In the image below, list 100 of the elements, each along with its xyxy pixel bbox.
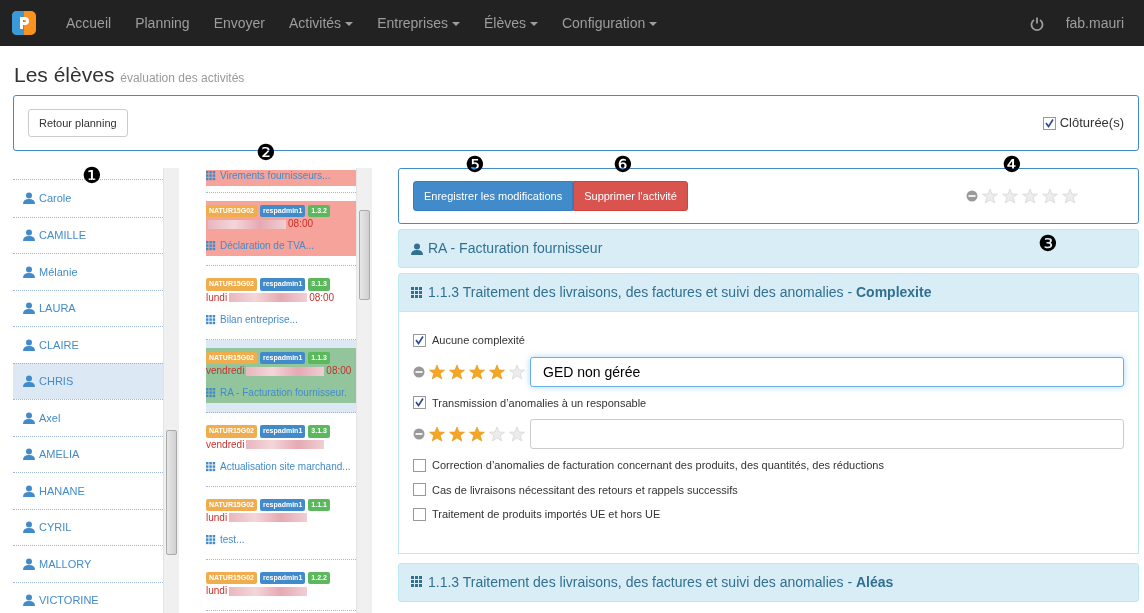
- user-icon: [411, 242, 423, 255]
- student-name: CAMILLE: [39, 228, 87, 243]
- caret-icon: [451, 21, 460, 26]
- activity-title: Actualisation site marchand...: [220, 460, 351, 473]
- activity-title: Virements fournisseurs...: [220, 170, 331, 182]
- nav-link[interactable]: Élèves: [471, 12, 550, 34]
- student-name: CHRIS: [39, 374, 74, 389]
- user-icon: [23, 338, 35, 351]
- empty-star-icon: [509, 426, 525, 442]
- comment-field[interactable]: GED non gérée: [530, 356, 1124, 387]
- comment-field[interactable]: [530, 419, 1124, 449]
- activity-title: Bilan entreprise...: [220, 313, 298, 326]
- checkbox[interactable]: [413, 458, 426, 472]
- checkbox[interactable]: [1042, 116, 1056, 130]
- scrollbar[interactable]: [356, 168, 372, 613]
- user-icon: [23, 192, 35, 205]
- back-button[interactable]: Retour planning: [28, 108, 128, 138]
- empty-star-icon: [1062, 188, 1078, 204]
- user-icon: [23, 411, 35, 424]
- user-icon: [23, 594, 35, 607]
- star-icon: [469, 363, 485, 380]
- activity-day: lundi: [206, 291, 228, 304]
- user-icon: [23, 448, 35, 461]
- student-name: CYRIL: [39, 520, 72, 535]
- empty-star-icon: [489, 426, 505, 442]
- grid-icon: [206, 388, 216, 399]
- caret-icon: [345, 21, 354, 26]
- empty-star-icon: [1042, 188, 1058, 204]
- star-icon: [449, 363, 465, 380]
- student-name: LAURA: [39, 301, 76, 316]
- nav-link[interactable]: Entreprises: [365, 12, 472, 34]
- criterion-label: Cas de livraisons nécessitant des retours et rappels successifs: [432, 482, 738, 498]
- power-icon[interactable]: [1029, 16, 1044, 31]
- nav-link[interactable]: Activités: [277, 12, 366, 34]
- star-icon: [429, 426, 445, 442]
- student-item[interactable]: CHRIS: [13, 362, 163, 399]
- activity-time: 08:00: [326, 365, 352, 378]
- nav-link[interactable]: Configuration: [549, 12, 670, 34]
- checkbox[interactable]: [413, 396, 426, 410]
- minus-circle-icon: [966, 190, 978, 202]
- activity-time: 08:00: [309, 291, 335, 304]
- save-button[interactable]: Enregistrer les modifications: [413, 180, 574, 212]
- grid-icon: [411, 286, 423, 299]
- user-icon: [23, 302, 35, 315]
- callout-number: ❶: [82, 165, 102, 187]
- nav-link[interactable]: Accueil: [54, 12, 124, 34]
- grid-icon: [206, 461, 216, 472]
- section-heading[interactable]: 1.1.3 Traitement des livraisons, des factures et suivi des anomalies - Aléas: [398, 562, 1139, 602]
- student-name: AMELIA: [39, 447, 80, 462]
- star-icon: [449, 426, 465, 442]
- empty-star-icon: [1022, 188, 1038, 204]
- activity-title: Déclaration de TVA...: [220, 240, 315, 253]
- star-icon: [429, 363, 445, 380]
- caret-icon: [649, 21, 658, 26]
- grid-icon: [206, 314, 216, 325]
- star-icon: [489, 363, 505, 380]
- student-name: CLAIRE: [39, 337, 79, 353]
- grid-icon: [206, 171, 216, 181]
- section-heading[interactable]: 1.1.3 Traitement des livraisons, des factures et suivi des anomalies - Complexite: [398, 273, 1139, 312]
- user-icon: [23, 229, 35, 242]
- student-name: MALLORY: [39, 556, 92, 572]
- page-title: Les élèves: [14, 63, 115, 86]
- criterion-label: Correction d’anomalies de facturation concernant des produits, des quantités, des réductions: [432, 458, 884, 473]
- student-name: Axel: [39, 410, 61, 426]
- activity-day: lundi: [206, 511, 228, 524]
- minus-circle-icon: [413, 365, 425, 378]
- section-title: 1.1.3 Traitement des livraisons, des factures et suivi des anomalies - Complexite: [428, 283, 932, 302]
- activity-time: 08:00: [288, 218, 314, 231]
- user-menu[interactable]: fab.mauri: [1057, 12, 1132, 34]
- checkbox[interactable]: [413, 507, 426, 521]
- checkbox[interactable]: [413, 483, 426, 497]
- delete-button[interactable]: Supprimer l'activité: [573, 180, 688, 212]
- activity-title: test...: [220, 533, 245, 546]
- user-icon: [23, 557, 35, 570]
- empty-star-icon: [982, 188, 998, 204]
- empty-star-icon: [509, 363, 525, 380]
- activity-title: RA - Facturation fournisseur.: [220, 387, 347, 400]
- caret-icon: [529, 21, 538, 26]
- minus-circle-icon: [413, 428, 425, 440]
- checkbox-label: Clôturée(s): [1059, 114, 1124, 133]
- user-icon: [23, 521, 35, 534]
- user-icon: [23, 265, 35, 278]
- activity-day: lundi: [206, 585, 228, 598]
- grid-icon: [206, 241, 216, 252]
- user-icon: [23, 375, 35, 388]
- nav-link[interactable]: Planning: [123, 12, 202, 34]
- grid-icon: [206, 534, 216, 545]
- criterion-label: Transmission d’anomalies à un responsable: [432, 395, 647, 411]
- checkbox[interactable]: [413, 333, 426, 347]
- student-name: VICTORINE: [39, 593, 99, 608]
- activity-day: vendredi: [206, 438, 245, 451]
- scrollbar[interactable]: [163, 168, 179, 613]
- empty-star-icon: [1002, 188, 1018, 204]
- user-icon: [23, 484, 35, 497]
- student-name: HANANE: [39, 483, 85, 499]
- app-logo-icon: [12, 11, 36, 35]
- activity-day: vendredi: [206, 365, 245, 378]
- student-name: Mélanie: [39, 264, 78, 280]
- nav-link[interactable]: Envoyer: [201, 12, 277, 34]
- grid-icon: [411, 576, 423, 588]
